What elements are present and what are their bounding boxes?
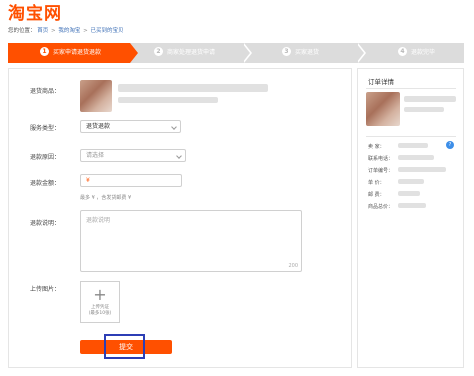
breadcrumb-home-link[interactable]: 首页 bbox=[37, 28, 48, 34]
refund-reason-label: 退款原因： bbox=[30, 154, 61, 161]
plus-icon: + bbox=[93, 285, 107, 304]
breadcrumb: 您的位置： 首页 > 我的淘宝 > 已买到的宝贝 bbox=[8, 27, 124, 36]
chevron-down-icon bbox=[171, 124, 177, 130]
step-number: 3 bbox=[282, 47, 291, 56]
step-label: 买家退货 bbox=[295, 49, 320, 56]
step-buyer-return: 3 买家退货 bbox=[282, 43, 319, 63]
seller-label: 卖 家： bbox=[368, 144, 385, 150]
order-product-thumbnail[interactable] bbox=[366, 92, 400, 126]
total-price-label: 商品总价： bbox=[368, 204, 394, 210]
upload-image-label: 上传图片： bbox=[30, 286, 61, 293]
refund-amount-hint: 最多 ¥ ，含发货邮费 ¥ bbox=[80, 195, 132, 201]
service-type-value: 退货退款 bbox=[86, 123, 111, 130]
service-type-label: 服务类型： bbox=[30, 125, 61, 132]
refund-reason-select[interactable]: 请选择 bbox=[80, 149, 186, 162]
product-label: 退货商品： bbox=[30, 88, 61, 95]
seller-value-blurred bbox=[398, 143, 428, 148]
refund-reason-placeholder: 请选择 bbox=[86, 152, 105, 159]
divider bbox=[366, 136, 456, 137]
order-details-title: 订单详情 bbox=[368, 78, 394, 86]
order-number-value-blurred bbox=[398, 167, 446, 172]
breadcrumb-prefix: 您的位置： bbox=[8, 28, 36, 34]
refund-description-textarea[interactable]: 退款说明 200 bbox=[80, 210, 302, 272]
submit-highlight-box bbox=[104, 334, 145, 359]
order-product-spec-blurred bbox=[404, 107, 444, 112]
step-number: 1 bbox=[40, 47, 49, 56]
currency-symbol: ¥ bbox=[86, 177, 90, 184]
phone-label: 联系电话： bbox=[368, 156, 394, 162]
step-merchant-process: 2 商家处理退货申请 bbox=[154, 43, 215, 63]
order-product-title-blurred bbox=[404, 96, 456, 102]
step-number: 4 bbox=[398, 47, 407, 56]
seller-info-icon[interactable]: ? bbox=[446, 141, 454, 149]
unit-price-label: 单 价： bbox=[368, 180, 385, 186]
refund-description-label: 退款说明： bbox=[30, 220, 61, 227]
product-spec-blurred bbox=[118, 97, 218, 103]
breadcrumb-purchased-link[interactable]: 已买到的宝贝 bbox=[91, 28, 124, 34]
step-divider bbox=[356, 43, 364, 63]
step-number: 2 bbox=[154, 47, 163, 56]
step-divider bbox=[242, 43, 250, 63]
shipping-fee-value-blurred bbox=[398, 191, 420, 196]
refund-progress-steps: 1 买家申请退货退款 2 商家处理退货申请 3 买家退货 4 退款完毕 bbox=[8, 43, 464, 63]
refund-amount-input[interactable]: ¥ bbox=[80, 174, 182, 187]
divider bbox=[366, 88, 456, 89]
unit-price-value-blurred bbox=[398, 179, 424, 184]
step-label: 商家处理退货申请 bbox=[167, 49, 216, 56]
refund-amount-label: 退款金额： bbox=[30, 180, 61, 187]
total-price-value-blurred bbox=[398, 203, 426, 208]
breadcrumb-my-taobao-link[interactable]: 我的淘宝 bbox=[58, 28, 80, 34]
step-apply-refund: 1 买家申请退货退款 bbox=[40, 43, 101, 63]
breadcrumb-separator: > bbox=[51, 28, 56, 34]
taobao-logo[interactable]: 淘宝网 bbox=[8, 4, 78, 24]
upload-limit-text: (最多10张) bbox=[88, 311, 112, 316]
upload-image-button[interactable]: + 上传凭证 (最多10张) bbox=[80, 281, 120, 323]
shipping-fee-label: 邮 费： bbox=[368, 192, 385, 198]
step-label: 买家申请退货退款 bbox=[53, 49, 102, 56]
service-type-select[interactable]: 退货退款 bbox=[80, 120, 181, 133]
product-title-blurred bbox=[118, 84, 268, 92]
step-label: 退款完毕 bbox=[411, 49, 436, 56]
refund-description-placeholder: 退款说明 bbox=[86, 217, 111, 224]
chevron-down-icon bbox=[176, 153, 182, 159]
step-refund-complete: 4 退款完毕 bbox=[398, 43, 435, 63]
breadcrumb-separator: > bbox=[83, 28, 88, 34]
character-counter: 200 bbox=[288, 263, 298, 269]
product-thumbnail[interactable] bbox=[80, 80, 112, 112]
phone-value-blurred bbox=[398, 155, 434, 160]
order-number-label: 订单编号： bbox=[368, 168, 394, 174]
